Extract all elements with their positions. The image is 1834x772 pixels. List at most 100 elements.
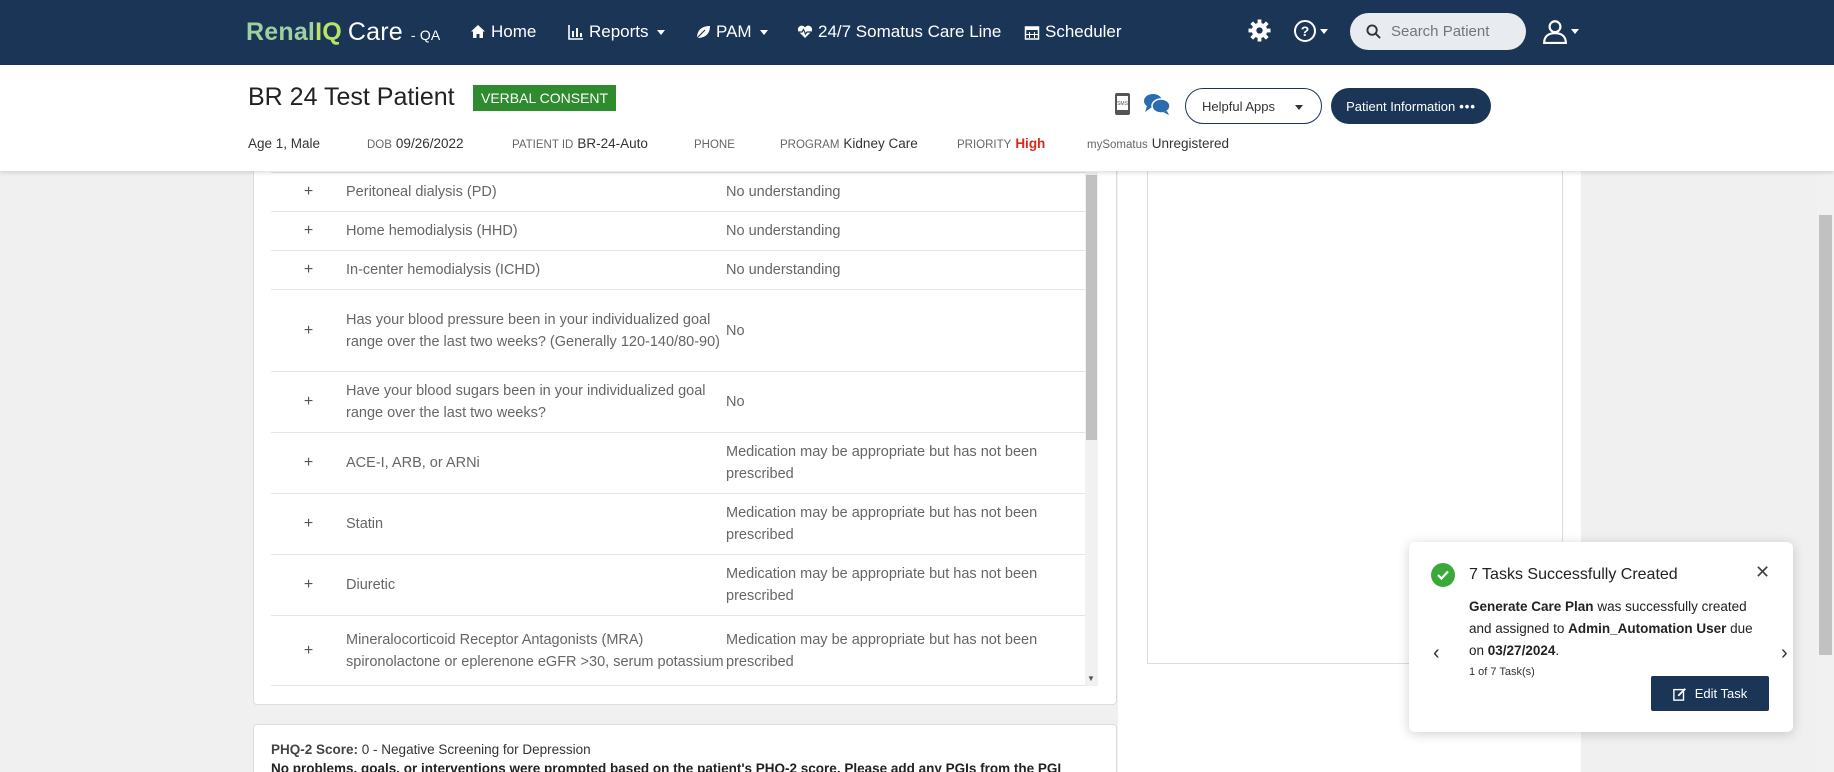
patient-name: BR 24 Test Patient	[248, 83, 455, 111]
row-question: Statin	[346, 516, 384, 532]
helpful-apps-label: Helpful Apps	[1202, 98, 1275, 114]
chevron-right-icon[interactable]: ›	[1781, 642, 1788, 665]
row-question: Diuretic	[346, 577, 396, 593]
svg-text:?: ?	[1301, 23, 1310, 39]
expand-plus-icon[interactable]: +	[271, 576, 346, 594]
brand-logo[interactable]: RenalIQ Care - QA	[246, 18, 440, 47]
nav-scheduler-label: Scheduler	[1045, 22, 1122, 41]
expand-plus-icon[interactable]: +	[271, 642, 346, 660]
expand-plus-icon[interactable]: +	[271, 393, 346, 411]
phq-value: 0 - Negative Screening for Depression	[361, 742, 591, 757]
home-icon	[471, 25, 485, 38]
brand-care: Care	[347, 18, 403, 46]
leaf-icon	[696, 26, 710, 39]
toast-title: 7 Tasks Successfully Created	[1469, 566, 1678, 583]
table-row: + In-center hemodialysis (ICHD) No underst…	[271, 251, 1086, 290]
chevron-down-icon	[656, 29, 665, 35]
table-scrollbar-thumb[interactable]	[1086, 175, 1097, 440]
phone-label: PHONE	[694, 139, 735, 151]
nav-scheduler[interactable]: Scheduler	[1024, 22, 1122, 42]
dob-label: DOB	[367, 139, 392, 151]
nav-pam[interactable]: PAM	[695, 22, 768, 42]
row-answer: Medication may be appropriate but has no…	[726, 444, 1038, 482]
scroll-down-arrow[interactable]: ▼	[1087, 674, 1095, 683]
user-menu[interactable]	[1542, 18, 1579, 44]
program-label: PROGRAM	[780, 139, 840, 151]
toast-text3: .	[1555, 643, 1560, 658]
row-answer: Medication may be appropriate but has no…	[726, 505, 1038, 543]
expand-plus-icon[interactable]: +	[271, 515, 346, 533]
page-scrollbar-thumb[interactable]	[1819, 215, 1832, 655]
svg-text:SMS: SMS	[1117, 101, 1129, 107]
nav-pam-label: PAM	[716, 22, 752, 41]
edit-task-label: Edit Task	[1694, 686, 1748, 701]
search-icon	[1366, 24, 1381, 39]
edit-icon	[1672, 687, 1686, 701]
priority-value: High	[1015, 136, 1046, 151]
assessment-table: +TransplantNo understanding+Peritoneal d…	[271, 151, 1086, 686]
table-row: + Home hemodialysis (HHD) No understanding	[271, 212, 1086, 251]
phq-card: PHQ-2 Score: 0 - Negative Screening for …	[253, 724, 1117, 772]
environment-label: - QA	[410, 27, 441, 43]
nav-home[interactable]: Home	[470, 22, 536, 42]
row-question: In-center hemodialysis (ICHD)	[346, 262, 541, 278]
nav-home-label: Home	[491, 22, 537, 41]
ellipsis-icon: •••	[1459, 98, 1476, 114]
expand-plus-icon[interactable]: +	[271, 222, 346, 240]
patient-search[interactable]	[1350, 13, 1526, 50]
expand-plus-icon[interactable]: +	[271, 261, 346, 279]
close-icon[interactable]: ✕	[1755, 562, 1770, 583]
program-value: Kidney Care	[843, 136, 918, 151]
row-question: Home hemodialysis (HHD)	[346, 223, 518, 239]
sms-icon[interactable]: SMS	[1111, 92, 1135, 116]
row-question: ACE-I, ARB, or ARNi	[346, 455, 480, 471]
phq-note: No problems, goals, or interventions wer…	[271, 761, 1062, 772]
settings-button[interactable]	[1248, 19, 1271, 47]
row-answer: No understanding	[726, 223, 841, 239]
row-question: Mineralocorticoid Receptor Antagonists (…	[346, 631, 724, 670]
mysomatus-value: Unregistered	[1151, 136, 1230, 151]
top-navbar: RenalIQ Care - QA Home Reports PAM 24/7 So…	[0, 0, 1834, 65]
toast-assignee: Admin_Automation User	[1568, 621, 1727, 636]
header-icons: SMS	[1111, 92, 1171, 116]
page-scrollbar[interactable]	[1817, 171, 1834, 772]
table-row: + Has your blood pressure been in your in…	[271, 290, 1086, 372]
patient-header: BR 24 Test Patient VERBAL CONSENT Age 1,…	[0, 65, 1834, 171]
table-row: + Mineralocorticoid Receptor Antagonists …	[271, 616, 1086, 686]
patient-id: PATIENT ID BR-24-Auto	[512, 136, 648, 151]
chat-icon[interactable]	[1143, 92, 1171, 116]
toast-body: Generate Care Plan was successfully crea…	[1469, 596, 1765, 662]
row-answer: No understanding	[726, 262, 841, 278]
table-row: + Diuretic Medication may be appropriate b…	[271, 555, 1086, 616]
nav-careline[interactable]: 24/7 Somatus Care Line	[797, 22, 1001, 42]
help-button[interactable]: ?	[1293, 19, 1328, 43]
row-answer: No	[726, 394, 745, 410]
edit-task-button[interactable]: Edit Task	[1651, 676, 1769, 711]
mysomatus-label: mySomatus	[1087, 139, 1148, 151]
brand-iq: IQ	[315, 18, 342, 46]
expand-plus-icon[interactable]: +	[271, 183, 346, 201]
search-input[interactable]	[1391, 23, 1521, 40]
patient-program: PROGRAM Kidney Care	[780, 136, 918, 151]
chevron-down-icon	[759, 29, 768, 35]
patient-information-button[interactable]: Patient Information •••	[1331, 88, 1491, 124]
table-row: + Have your blood sugars been in your ind…	[271, 372, 1086, 433]
patient-mysomatus: mySomatus Unregistered	[1087, 136, 1229, 151]
nav-reports-label: Reports	[589, 22, 649, 41]
question-circle-icon: ?	[1294, 20, 1316, 42]
patient-id-value: BR-24-Auto	[577, 136, 648, 151]
expand-plus-icon[interactable]: +	[271, 322, 346, 340]
patient-priority: PRIORITY High	[957, 136, 1045, 151]
phq-label: PHQ-2 Score:	[271, 742, 359, 757]
gear-icon	[1248, 19, 1271, 42]
helpful-apps-dropdown[interactable]: Helpful Apps	[1185, 88, 1322, 124]
consent-badge: VERBAL CONSENT	[473, 85, 617, 111]
nav-reports[interactable]: Reports	[568, 22, 665, 42]
nav-careline-label: 24/7 Somatus Care Line	[818, 22, 1002, 41]
chevron-down-icon	[1320, 28, 1328, 34]
expand-plus-icon[interactable]: +	[271, 454, 346, 472]
check-circle-icon	[1431, 563, 1455, 587]
chevron-down-icon	[1295, 105, 1303, 110]
row-answer: Medication may be appropriate but has no…	[726, 566, 1038, 604]
chevron-left-icon[interactable]: ‹	[1433, 642, 1440, 665]
